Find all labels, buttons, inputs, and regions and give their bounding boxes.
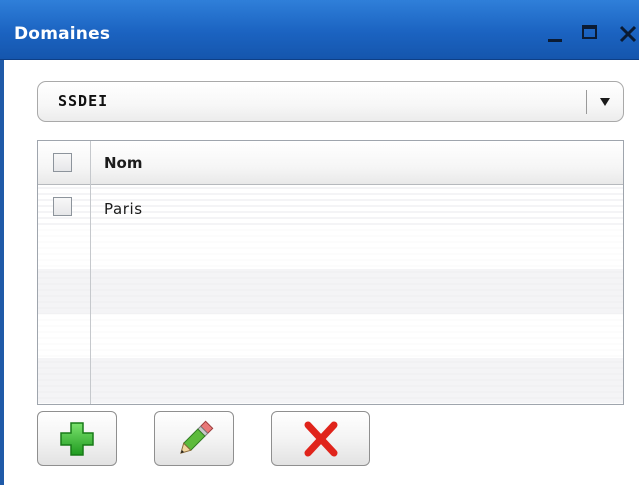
add-button[interactable] — [37, 411, 117, 466]
minimize-icon — [548, 39, 562, 42]
close-button[interactable] — [614, 22, 639, 46]
window-title: Domaines — [14, 24, 111, 44]
close-icon — [619, 25, 637, 43]
delete-button[interactable] — [271, 411, 370, 466]
row-nom-cell: Paris — [104, 200, 143, 218]
edit-button[interactable] — [154, 411, 234, 466]
maximize-button[interactable] — [578, 22, 604, 46]
column-header-nom[interactable]: Nom — [104, 154, 143, 172]
maximize-icon — [582, 25, 597, 39]
delete-x-icon — [304, 421, 338, 457]
grid-header: Nom — [38, 141, 623, 185]
row-checkbox[interactable] — [53, 197, 72, 216]
domain-select[interactable]: SSDEI — [37, 81, 624, 122]
grid-empty-area — [38, 225, 623, 404]
select-all-checkbox[interactable] — [53, 153, 72, 172]
domaines-window: Domaines SSDEI Nom Paris — [0, 0, 639, 485]
minimize-button[interactable] — [543, 22, 569, 46]
title-bar[interactable]: Domaines — [0, 0, 639, 60]
select-divider — [586, 90, 587, 114]
table-row[interactable]: Paris — [38, 185, 623, 225]
plus-icon — [60, 422, 94, 456]
column-separator — [90, 141, 91, 404]
chevron-down-icon[interactable] — [595, 95, 615, 109]
domain-select-value: SSDEI — [58, 92, 109, 110]
domains-grid: Nom Paris — [37, 140, 624, 405]
pencil-icon — [180, 420, 214, 454]
